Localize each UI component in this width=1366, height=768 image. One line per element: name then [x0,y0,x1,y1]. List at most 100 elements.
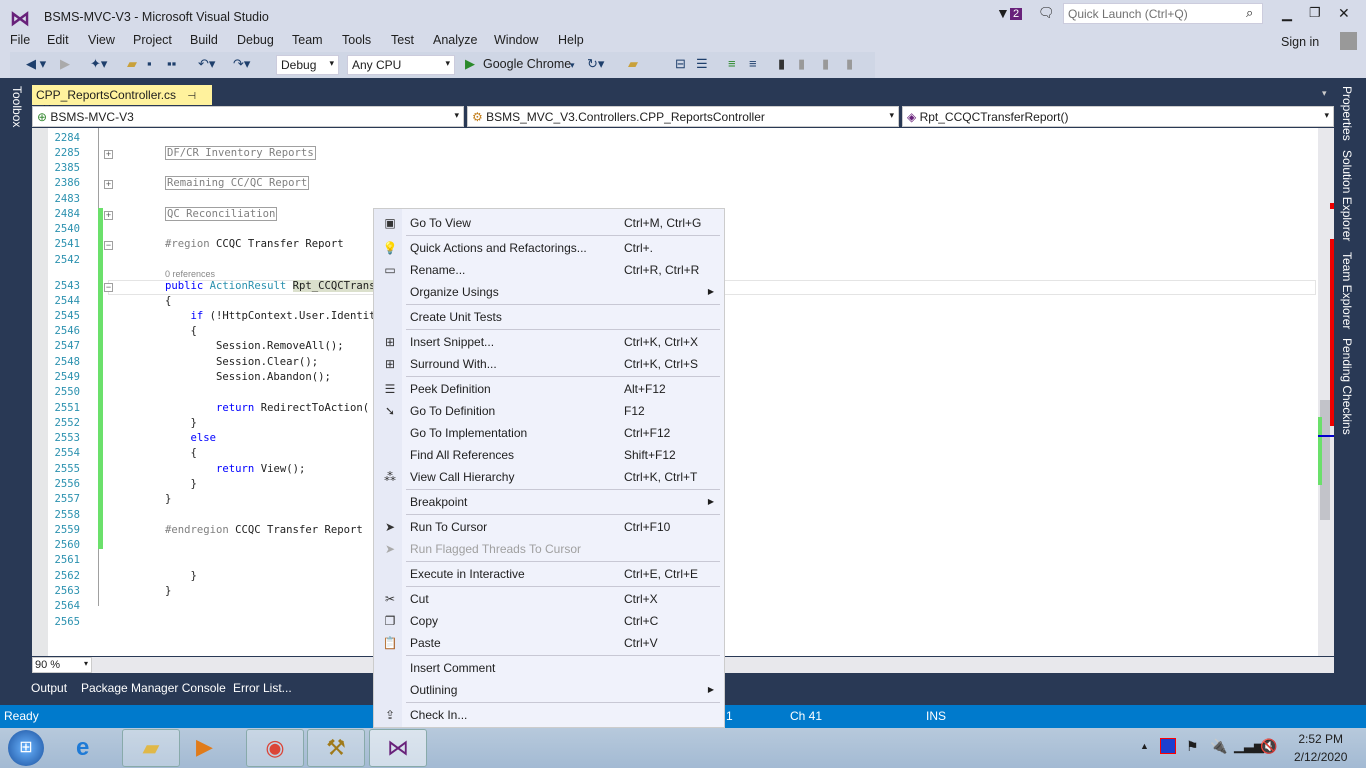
menu-item-quick-actions-and-refactorings[interactable]: 💡 Quick Actions and Refactorings... Ctrl+. [374,237,724,259]
toolbox-tab[interactable]: Toolbox [10,86,24,127]
solution-explorer-icon[interactable]: ⊟ [675,56,686,72]
tab-output[interactable]: Output [31,681,67,695]
bookmark-icon[interactable]: ▮ [778,56,785,72]
forward-icon[interactable]: ▶ [60,56,70,72]
menu-help[interactable]: Help [558,33,584,47]
undo-icon[interactable]: ↶▾ [198,56,215,72]
menu-item-insert-snippet[interactable]: ⊞ Insert Snippet... Ctrl+K, Ctrl+X [374,331,724,353]
media-player-icon[interactable]: ▶ [196,734,213,760]
sql-tool-icon[interactable]: ⚒ [307,729,365,767]
menu-item-go-to-implementation[interactable]: Go To Implementation Ctrl+F12 [374,422,724,444]
menu-build[interactable]: Build [190,33,218,47]
volume-muted-icon[interactable]: 🔇 [1260,738,1277,755]
tab-team-explorer[interactable]: Team Explorer [1340,252,1354,329]
collapse-icon[interactable]: − [104,241,113,250]
menu-item-go-to-definition[interactable]: ➘ Go To Definition F12 [374,400,724,422]
uncomment-icon[interactable]: ≡ [749,56,757,71]
menu-view[interactable]: View [88,33,115,47]
tab-solution-explorer[interactable]: Solution Explorer [1340,150,1354,241]
notification-badge[interactable]: 2 [1010,8,1023,20]
menu-item-create-unit-tests[interactable]: Create Unit Tests [374,306,724,328]
menu-project[interactable]: Project [133,33,172,47]
action-center-icon[interactable]: ⚑ [1186,738,1199,755]
menu-debug[interactable]: Debug [237,33,274,47]
run-target-dropdown-icon[interactable]: ▾ [570,60,575,71]
tab-properties[interactable]: Properties [1340,86,1354,141]
power-icon[interactable]: 🔌 [1210,738,1227,755]
collapsed-region[interactable]: QC Reconciliation [165,207,278,221]
menu-item-run-to-cursor[interactable]: ➤ Run To Cursor Ctrl+F10 [374,516,724,538]
zoom-select[interactable]: 90 % ▾ [32,657,92,673]
menu-item-view-call-hierarchy[interactable]: ⁂ View Call Hierarchy Ctrl+K, Ctrl+T [374,466,724,488]
menu-tools[interactable]: Tools [342,33,371,47]
menu-item-outlining[interactable]: Outlining ▶ [374,679,724,701]
new-project-icon[interactable]: ✦▾ [90,56,107,72]
find-in-files-icon[interactable]: ▰ [628,56,638,72]
prev-bookmark-icon[interactable]: ▮ [798,56,805,72]
solution-config-select[interactable]: Debug [276,55,339,75]
menu-item-execute-in-interactive[interactable]: Execute in Interactive Ctrl+E, Ctrl+E [374,563,724,585]
menu-item-surround-with[interactable]: ⊞ Surround With... Ctrl+K, Ctrl+S [374,353,724,375]
expand-icon[interactable]: + [104,180,113,189]
menu-analyze[interactable]: Analyze [433,33,477,47]
tab-error-list[interactable]: Error List... [233,681,292,695]
menu-item-check-in[interactable]: ⇪ Check In... [374,704,724,726]
menu-team[interactable]: Team [292,33,323,47]
save-all-icon[interactable]: ▪▪ [167,56,176,71]
save-icon[interactable]: ▪ [147,56,152,71]
open-file-icon[interactable]: ▰ [127,56,137,72]
collapsed-region[interactable]: DF/CR Inventory Reports [165,146,316,160]
start-debug-icon[interactable]: ▶ [465,56,475,72]
tab-pending-checkins[interactable]: Pending Checkins [1340,338,1354,435]
show-hidden-icons[interactable]: ▲ [1140,741,1149,751]
tab-package-manager-console[interactable]: Package Manager Console [81,681,226,695]
chrome-icon[interactable]: ◉ [246,729,304,767]
feedback-icon[interactable]: 🗨 [1038,5,1055,21]
file-explorer-icon[interactable]: ▰ [122,729,180,767]
menu-item-cut[interactable]: ✂ Cut Ctrl+X [374,588,724,610]
account-avatar[interactable] [1340,32,1357,50]
menu-item-organize-usings[interactable]: Organize Usings ▶ [374,281,724,303]
expand-icon[interactable]: + [104,150,113,159]
vertical-scrollbar[interactable] [1318,128,1334,656]
refresh-icon[interactable]: ↻▾ [587,56,604,72]
redo-icon[interactable]: ↷▾ [233,56,250,72]
collapsed-region[interactable]: Remaining CC/QC Report [165,176,310,190]
collapse-icon[interactable]: − [104,283,113,292]
project-nav-dropdown[interactable]: ⊕ BSMS-MVC-V3 ▾ [32,106,464,127]
menu-window[interactable]: Window [494,33,538,47]
clear-bookmarks-icon[interactable]: ▮ [846,56,853,72]
menu-item-peek-definition[interactable]: ☰ Peek Definition Alt+F12 [374,378,724,400]
feedback-filter-icon[interactable]: ▼ [996,5,1010,21]
next-bookmark-icon[interactable]: ▮ [822,56,829,72]
tab-overflow-icon[interactable]: ▾ [1322,88,1327,99]
class-view-icon[interactable]: ☰ [696,56,708,72]
menu-item-go-to-view[interactable]: ▣ Go To View Ctrl+M, Ctrl+G [374,212,724,234]
pin-icon[interactable]: ⊣ [187,91,196,102]
restore-button[interactable]: ❐ [1309,5,1321,21]
close-button[interactable]: ✕ [1338,5,1350,22]
tab-cpp-reports-controller[interactable]: CPP_ReportsController.cs ⊣ ✕ [32,85,212,116]
platform-select[interactable]: Any CPU [347,55,455,75]
menu-item-rename[interactable]: ▭ Rename... Ctrl+R, Ctrl+R [374,259,724,281]
menu-item-find-all-references[interactable]: Find All References Shift+F12 [374,444,724,466]
menu-item-copy[interactable]: ❐ Copy Ctrl+C [374,610,724,632]
run-target-button[interactable]: Google Chrome [483,57,571,71]
expand-icon[interactable]: + [104,211,113,220]
start-button[interactable]: ⊞ [8,730,44,766]
codelens-references[interactable]: 0 references [165,269,215,279]
menu-file[interactable]: File [10,33,30,47]
back-icon[interactable]: ◀ ▾ [26,56,46,72]
menu-item-run-flagged-threads-to-cursor[interactable]: ➤ Run Flagged Threads To Cursor [374,538,724,560]
comment-icon[interactable]: ≡ [728,56,736,71]
internet-explorer-icon[interactable]: e [76,734,89,762]
member-nav-dropdown[interactable]: ◈ Rpt_CCQCTransferReport() ▾ [902,106,1334,127]
tray-app-icon[interactable] [1160,738,1176,754]
menu-item-insert-comment[interactable]: Insert Comment [374,657,724,679]
clock[interactable]: 2:52 PM 2/12/2020 [1294,732,1347,764]
quick-launch-input[interactable]: Quick Launch (Ctrl+Q) [1063,3,1263,24]
menu-item-breakpoint[interactable]: Breakpoint ▶ [374,491,724,513]
class-nav-dropdown[interactable]: ⚙ BSMS_MVC_V3.Controllers.CPP_ReportsCon… [467,106,899,127]
menu-item-paste[interactable]: 📋 Paste Ctrl+V [374,632,724,654]
menu-test[interactable]: Test [391,33,414,47]
